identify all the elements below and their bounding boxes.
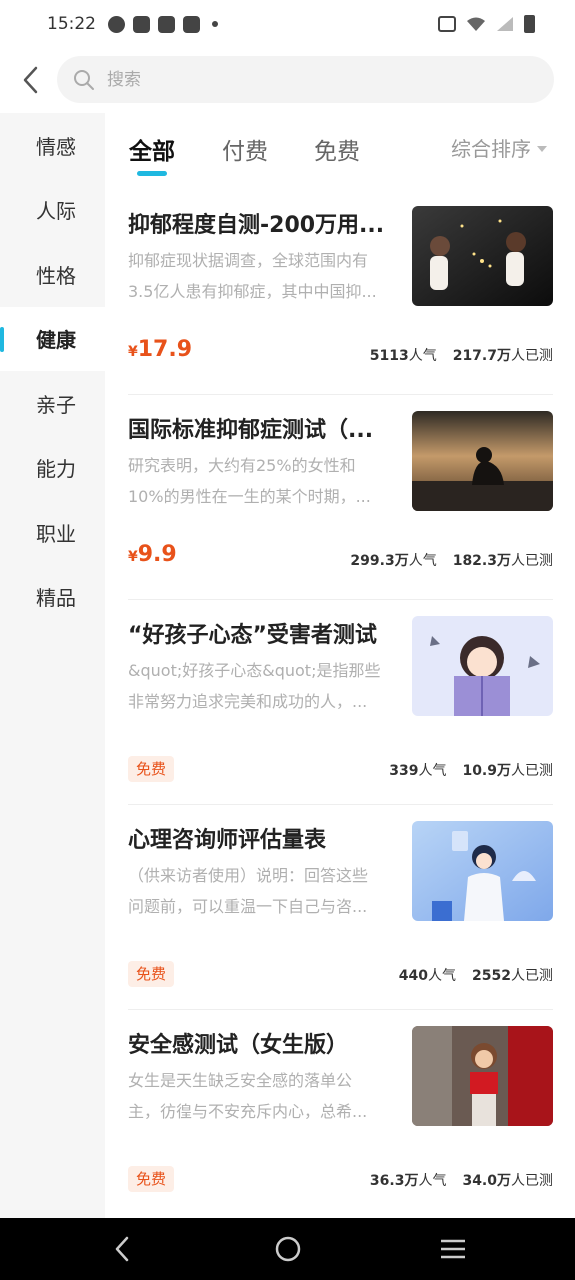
circle-home-icon (275, 1236, 301, 1262)
item-price: ¥9.9 (128, 542, 177, 567)
free-badge: 免费 (128, 756, 174, 782)
free-badge: 免费 (128, 1166, 174, 1192)
item-stats: 440人气 2552人已测 (398, 968, 553, 984)
shopping-bag-icon (133, 15, 150, 33)
caret-down-icon (537, 145, 547, 152)
category-sidebar: 情感 人际 性格 健康 亲子 能力 职业 精品 (0, 113, 105, 1218)
item-price: ¥17.9 (128, 337, 193, 362)
sad-person-photo-thumbnail (412, 411, 553, 511)
item-stats: 339人气 10.9万人已测 (389, 763, 553, 779)
app-notification-icon (108, 15, 125, 33)
nav-back-button[interactable] (82, 1218, 162, 1280)
sidebar-item-label: 亲子 (36, 392, 76, 417)
item-description: 研究表明，大约有25%的女性和 10%的男性在一生的某个时期，... (128, 456, 371, 506)
sidebar-item-parenting[interactable]: 亲子 (0, 371, 105, 436)
item-description: 女生是天生缺乏安全感的落单公 主，彷徨与不安充斥内心，总希... (128, 1071, 368, 1121)
shopping-bag-icon (158, 15, 175, 33)
item-description: （供来访者使用）说明：回答这些 问题前，可以重温一下自己与咨... (128, 866, 369, 916)
menu-lines-icon (441, 1239, 465, 1259)
list-item[interactable]: 抑郁程度自测-200万用... 抑郁症现状据调查，全球范围内有 3.5亿人患有抑… (128, 190, 553, 395)
sidebar-item-career[interactable]: 职业 (0, 500, 105, 565)
free-badge: 免费 (128, 961, 174, 987)
status-bar: 15:22 (0, 0, 575, 48)
more-notifications-dot-icon (212, 21, 218, 27)
list-item[interactable]: 安全感测试（女生版） 女生是天生缺乏安全感的落单公 主，彷徨与不安充斥内心，总希… (128, 1010, 553, 1215)
sort-dropdown[interactable]: 综合排序 (451, 133, 547, 162)
shopping-bag-icon (183, 15, 200, 33)
back-button[interactable] (2, 48, 58, 112)
notification-icons (108, 15, 218, 33)
battery-icon (524, 15, 535, 33)
chevron-left-icon (115, 1236, 129, 1262)
tab-all[interactable]: 全部 (129, 132, 175, 166)
nav-home-button[interactable] (248, 1218, 328, 1280)
item-description: 抑郁症现状据调查，全球范围内有 3.5亿人患有抑郁症，其中中国抑... (128, 251, 377, 301)
header (0, 48, 575, 112)
filter-tabs: 全部 付费 免费 综合排序 (105, 113, 575, 183)
sidebar-item-health[interactable]: 健康 (0, 306, 105, 371)
wifi-icon (467, 17, 485, 31)
sidebar-item-label: 人际 (36, 199, 76, 224)
item-title: 安全感测试（女生版） (128, 1033, 349, 1058)
signal-icon (497, 17, 513, 31)
search-bar[interactable] (57, 56, 554, 103)
search-icon (74, 69, 94, 90)
woman-photo-thumbnail (412, 1026, 553, 1126)
item-title: 国际标准抑郁症测试（... (128, 418, 374, 443)
item-stats: 36.3万人气 34.0万人已测 (369, 1173, 553, 1189)
sidebar-item-social[interactable]: 人际 (0, 178, 105, 243)
item-stats: 5113人气 217.7万人已测 (369, 348, 553, 364)
item-title: 心理咨询师评估量表 (128, 828, 327, 853)
status-time: 15:22 (47, 14, 96, 34)
sidebar-item-label: 性格 (36, 263, 76, 288)
list-item[interactable]: “好孩子心态”受害者测试 &quot;好孩子心态&quot;是指那些 非常努力追… (128, 600, 553, 805)
sidebar-item-ability[interactable]: 能力 (0, 436, 105, 501)
system-navigation-bar (0, 1218, 575, 1280)
sidebar-item-label: 情感 (36, 134, 76, 159)
item-description: &quot;好孩子心态&quot;是指那些 非常努力追求完美和成功的人，... (128, 661, 381, 711)
list-item[interactable]: 国际标准抑郁症测试（... 研究表明，大约有25%的女性和 10%的男性在一生的… (128, 395, 553, 600)
sidebar-item-personality[interactable]: 性格 (0, 242, 105, 307)
item-stats: 299.3万人气 182.3万人已测 (350, 553, 553, 569)
item-title: 抑郁程度自测-200万用... (128, 213, 385, 238)
nav-recents-button[interactable] (413, 1218, 493, 1280)
doctor-illustration-thumbnail (412, 821, 553, 921)
tab-paid[interactable]: 付费 (222, 132, 268, 166)
list-item[interactable]: 心理咨询师评估量表 （供来访者使用）说明：回答这些 问题前，可以重温一下自己与咨… (128, 805, 553, 1010)
active-tab-indicator (137, 171, 167, 176)
girl-reading-illustration-thumbnail (412, 616, 553, 716)
search-input[interactable] (107, 69, 507, 90)
sidebar-item-emotion[interactable]: 情感 (0, 113, 105, 178)
item-title: “好孩子心态”受害者测试 (128, 623, 377, 648)
sidebar-item-featured[interactable]: 精品 (0, 565, 105, 630)
test-list: 抑郁程度自测-200万用... 抑郁症现状据调查，全球范围内有 3.5亿人患有抑… (128, 190, 553, 1215)
sidebar-item-label: 精品 (36, 586, 76, 611)
system-icons (438, 15, 535, 33)
tab-free[interactable]: 免费 (314, 132, 360, 166)
vibrate-icon (438, 16, 456, 32)
sidebar-item-label: 职业 (36, 521, 76, 546)
chevron-left-icon (23, 66, 38, 94)
sidebar-item-label: 能力 (36, 457, 76, 482)
sort-label: 综合排序 (451, 137, 531, 161)
two-girls-illustration-thumbnail (412, 206, 553, 306)
sidebar-item-label: 健康 (36, 328, 76, 353)
